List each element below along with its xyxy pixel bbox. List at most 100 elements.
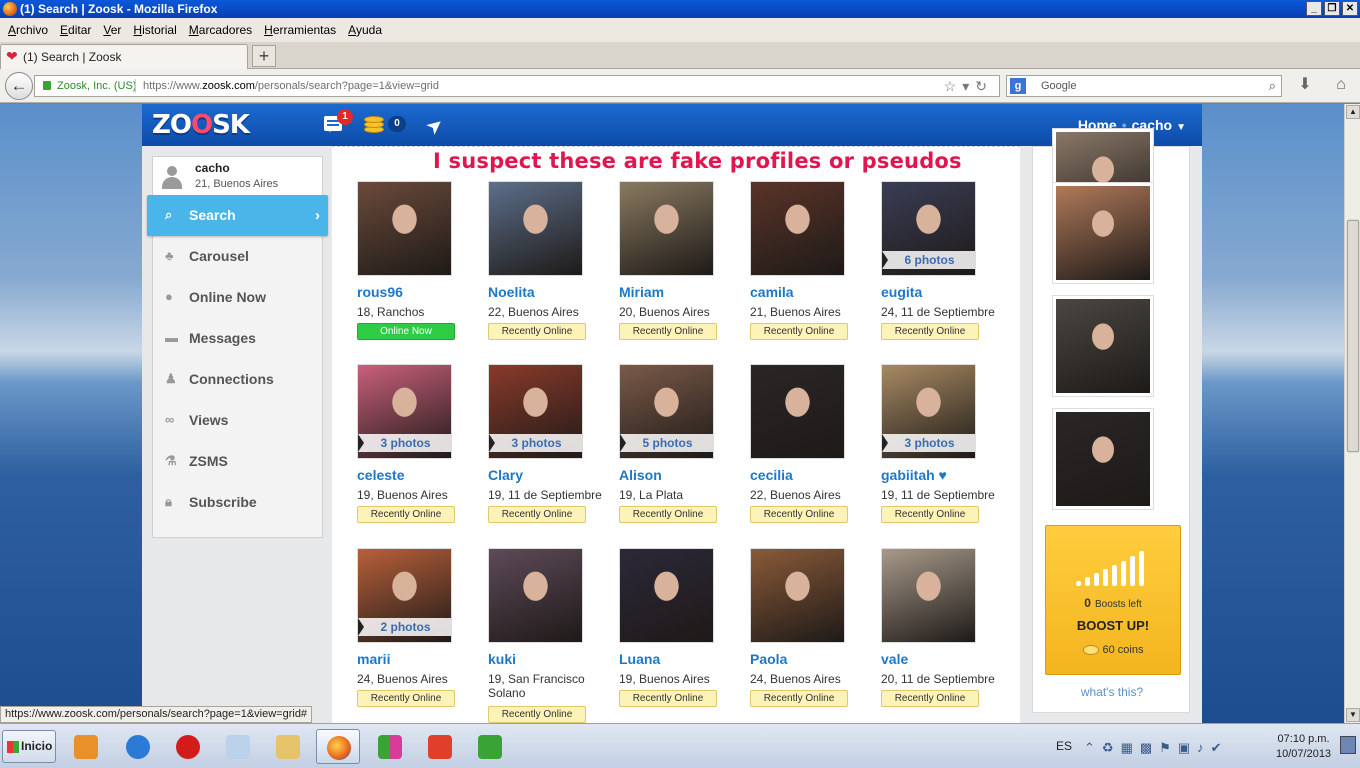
photo-count-tag[interactable]: 3 photos bbox=[489, 434, 582, 452]
media-player-icon[interactable] bbox=[64, 729, 108, 764]
photo-count-tag[interactable]: 6 photos bbox=[882, 251, 975, 269]
tray-app-icon[interactable]: ▦ bbox=[1121, 740, 1140, 755]
profile-photo[interactable] bbox=[619, 181, 714, 276]
internet-explorer-icon[interactable] bbox=[116, 729, 160, 764]
tab-zoosk[interactable]: ❤ (1) Search | Zoosk bbox=[0, 44, 248, 69]
profile-photo[interactable] bbox=[619, 548, 714, 643]
new-tab-button[interactable]: + bbox=[252, 45, 276, 67]
profile-photo[interactable] bbox=[750, 181, 845, 276]
boosted-photo[interactable] bbox=[1053, 296, 1153, 396]
home-icon[interactable]: ⌂ bbox=[1330, 74, 1352, 96]
profile-photo[interactable] bbox=[357, 181, 452, 276]
boosted-photo[interactable] bbox=[1053, 183, 1153, 283]
profile-photo[interactable] bbox=[750, 548, 845, 643]
profile-name[interactable]: marii bbox=[357, 651, 390, 667]
menu-marcadores[interactable]: Marcadores bbox=[189, 23, 252, 37]
language-indicator[interactable]: ES bbox=[1056, 739, 1072, 753]
profile-name[interactable]: Miriam bbox=[619, 284, 664, 300]
profile-name[interactable]: camila bbox=[750, 284, 794, 300]
profile-photo[interactable]: 6 photos bbox=[881, 181, 976, 276]
firefox-taskbar-icon[interactable] bbox=[316, 729, 360, 764]
notepad-icon[interactable] bbox=[216, 729, 260, 764]
profile-name[interactable]: celeste bbox=[357, 467, 404, 483]
rocket-icon[interactable]: ➤ bbox=[421, 107, 455, 141]
profile-photo[interactable] bbox=[488, 181, 583, 276]
profile-photo[interactable]: 2 photos bbox=[357, 548, 452, 643]
reload-icon[interactable]: ↻ bbox=[975, 78, 993, 94]
opera-icon[interactable] bbox=[166, 729, 210, 764]
photo-count-tag[interactable]: 2 photos bbox=[358, 618, 451, 636]
sidebar-item-carousel[interactable]: ♣ Carousel bbox=[153, 236, 324, 277]
google-icon[interactable]: g bbox=[1010, 78, 1026, 94]
profile-photo[interactable] bbox=[750, 364, 845, 459]
sidebar-item-online-now[interactable]: ● Online Now bbox=[153, 277, 324, 318]
menu-ayuda[interactable]: Ayuda bbox=[348, 23, 382, 37]
back-button[interactable]: ← bbox=[5, 72, 33, 100]
menu-editar[interactable]: Editar bbox=[60, 23, 91, 37]
profile-photo[interactable] bbox=[488, 548, 583, 643]
clock[interactable]: 07:10 p.m. 10/07/2013 bbox=[1276, 732, 1331, 762]
profile-name[interactable]: Noelita bbox=[488, 284, 535, 300]
network-icon[interactable]: ▣ bbox=[1178, 740, 1197, 755]
profile-name[interactable]: Clary bbox=[488, 467, 523, 483]
sidebar-item-search[interactable]: ⌕ Search › bbox=[147, 195, 328, 236]
photo-count-tag[interactable]: 5 photos bbox=[620, 434, 713, 452]
tray-sync-icon[interactable]: ♻ bbox=[1102, 740, 1121, 755]
file-explorer-icon[interactable] bbox=[266, 729, 310, 764]
profile-name[interactable]: vale bbox=[881, 651, 908, 667]
start-button[interactable]: Inicio bbox=[2, 730, 56, 763]
menu-archivo[interactable]: Archivo bbox=[8, 23, 48, 37]
profile-photo[interactable] bbox=[881, 548, 976, 643]
ccleaner-icon[interactable] bbox=[418, 729, 462, 764]
user-box[interactable]: cacho 21, Buenos Aires bbox=[153, 157, 322, 195]
photo-count-tag[interactable]: 3 photos bbox=[882, 434, 975, 452]
url-text[interactable]: https://www.zoosk.com/personals/search?p… bbox=[143, 76, 439, 96]
scroll-thumb[interactable] bbox=[1347, 220, 1359, 452]
profile-name[interactable]: rous96 bbox=[357, 284, 403, 300]
show-desktop-button[interactable] bbox=[1340, 736, 1356, 754]
tray-grid-icon[interactable]: ▩ bbox=[1140, 740, 1159, 755]
profile-name[interactable]: Luana bbox=[619, 651, 660, 667]
action-center-icon[interactable]: ⚑ bbox=[1159, 740, 1178, 755]
menu-historial[interactable]: Historial bbox=[133, 23, 176, 37]
security-icon[interactable]: ✔ bbox=[1211, 740, 1229, 755]
profile-photo[interactable]: 3 photos bbox=[488, 364, 583, 459]
profile-name[interactable]: Alison bbox=[619, 467, 662, 483]
whats-this-link[interactable]: what's this? bbox=[1033, 685, 1191, 699]
sidebar-item-zsms[interactable]: ⚗ ZSMS bbox=[153, 441, 324, 482]
history-dropdown-icon[interactable]: ▾ bbox=[962, 78, 975, 94]
apps-icon[interactable] bbox=[368, 729, 412, 764]
profile-photo[interactable]: 3 photos bbox=[881, 364, 976, 459]
tray-expand-icon[interactable]: ⌃ bbox=[1084, 740, 1102, 755]
zoosk-logo[interactable]: ZOOSK bbox=[152, 110, 250, 140]
photo-count-tag[interactable]: 3 photos bbox=[358, 434, 451, 452]
profile-name[interactable]: eugita bbox=[881, 284, 922, 300]
bookmark-star-icon[interactable]: ☆ bbox=[944, 78, 963, 94]
boost-box[interactable]: 0 Boosts left BOOST UP! 60 coins bbox=[1045, 525, 1181, 675]
volume-icon[interactable]: ♪ bbox=[1197, 740, 1211, 755]
search-engine-box[interactable]: g Google ⌕ bbox=[1006, 75, 1282, 97]
site-identity[interactable]: Zoosk, Inc. (US) bbox=[57, 76, 136, 96]
profile-name[interactable]: cecilia bbox=[750, 467, 793, 483]
profile-name[interactable]: kuki bbox=[488, 651, 516, 667]
url-bar[interactable]: Zoosk, Inc. (US) https://www.zoosk.com/p… bbox=[34, 75, 1000, 97]
menu-ver[interactable]: Ver bbox=[103, 23, 121, 37]
boosted-photo[interactable] bbox=[1053, 409, 1153, 509]
profile-name[interactable]: gabiitah ♥ bbox=[881, 467, 947, 483]
scroll-up-icon[interactable]: ▲ bbox=[1346, 105, 1360, 119]
coins-icon[interactable] bbox=[364, 114, 386, 134]
profile-photo[interactable]: 3 photos bbox=[357, 364, 452, 459]
download-icon[interactable]: ⬇ bbox=[1294, 74, 1316, 96]
sidebar-item-subscribe[interactable]: 🔒︎ Subscribe bbox=[153, 482, 324, 523]
boost-up-button[interactable]: BOOST UP! bbox=[1046, 618, 1180, 633]
sidebar-item-connections[interactable]: ♟ Connections bbox=[153, 359, 324, 400]
search-icon[interactable]: ⌕ bbox=[1269, 76, 1276, 96]
profile-photo[interactable]: 5 photos bbox=[619, 364, 714, 459]
maximize-button[interactable]: ❐ bbox=[1324, 1, 1340, 16]
menu-herramientas[interactable]: Herramientas bbox=[264, 23, 336, 37]
chevron-down-icon[interactable]: ▼ bbox=[1176, 122, 1186, 133]
close-button[interactable]: ✕ bbox=[1342, 1, 1358, 16]
minimize-button[interactable]: _ bbox=[1306, 1, 1322, 16]
scroll-down-icon[interactable]: ▼ bbox=[1346, 708, 1360, 722]
vertical-scrollbar[interactable]: ▲ ▼ bbox=[1344, 104, 1360, 723]
